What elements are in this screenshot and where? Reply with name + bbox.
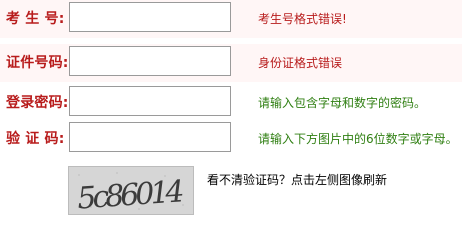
field-row-captcha: 验 证 码: 请输入下方图片中的6位数字或字母。 (0, 118, 462, 156)
field-row-id-number: 证件号码: 身份证格式错误 (0, 44, 462, 82)
captcha-image[interactable]: 5c86014 (68, 166, 194, 215)
id-number-input[interactable] (69, 46, 231, 76)
captcha-label: 验 证 码: (6, 131, 65, 147)
captcha-image-svg: 5c86014 (69, 167, 193, 215)
captcha-text: 5c86014 (76, 174, 183, 215)
id-number-label: 证件号码: (6, 55, 69, 71)
field-row-exam-number: 考 生 号: 考生号格式错误! (0, 0, 462, 38)
exam-number-label: 考 生 号: (6, 11, 65, 27)
captcha-hint: 请输入下方图片中的6位数字或字母。 (258, 132, 458, 146)
password-hint: 请输入包含字母和数字的密码。 (258, 96, 427, 110)
exam-number-error: 考生号格式错误! (258, 12, 347, 26)
id-number-error: 身份证格式错误 (258, 56, 343, 70)
password-input[interactable] (69, 86, 231, 116)
refresh-captcha-link[interactable]: 看不清验证码？点击左侧图像刷新 (207, 171, 387, 188)
captcha-input[interactable] (69, 122, 231, 152)
password-label: 登录密码: (6, 95, 69, 111)
field-row-password: 登录密码: 请输入包含字母和数字的密码。 (0, 82, 462, 120)
exam-number-input[interactable] (69, 2, 231, 32)
